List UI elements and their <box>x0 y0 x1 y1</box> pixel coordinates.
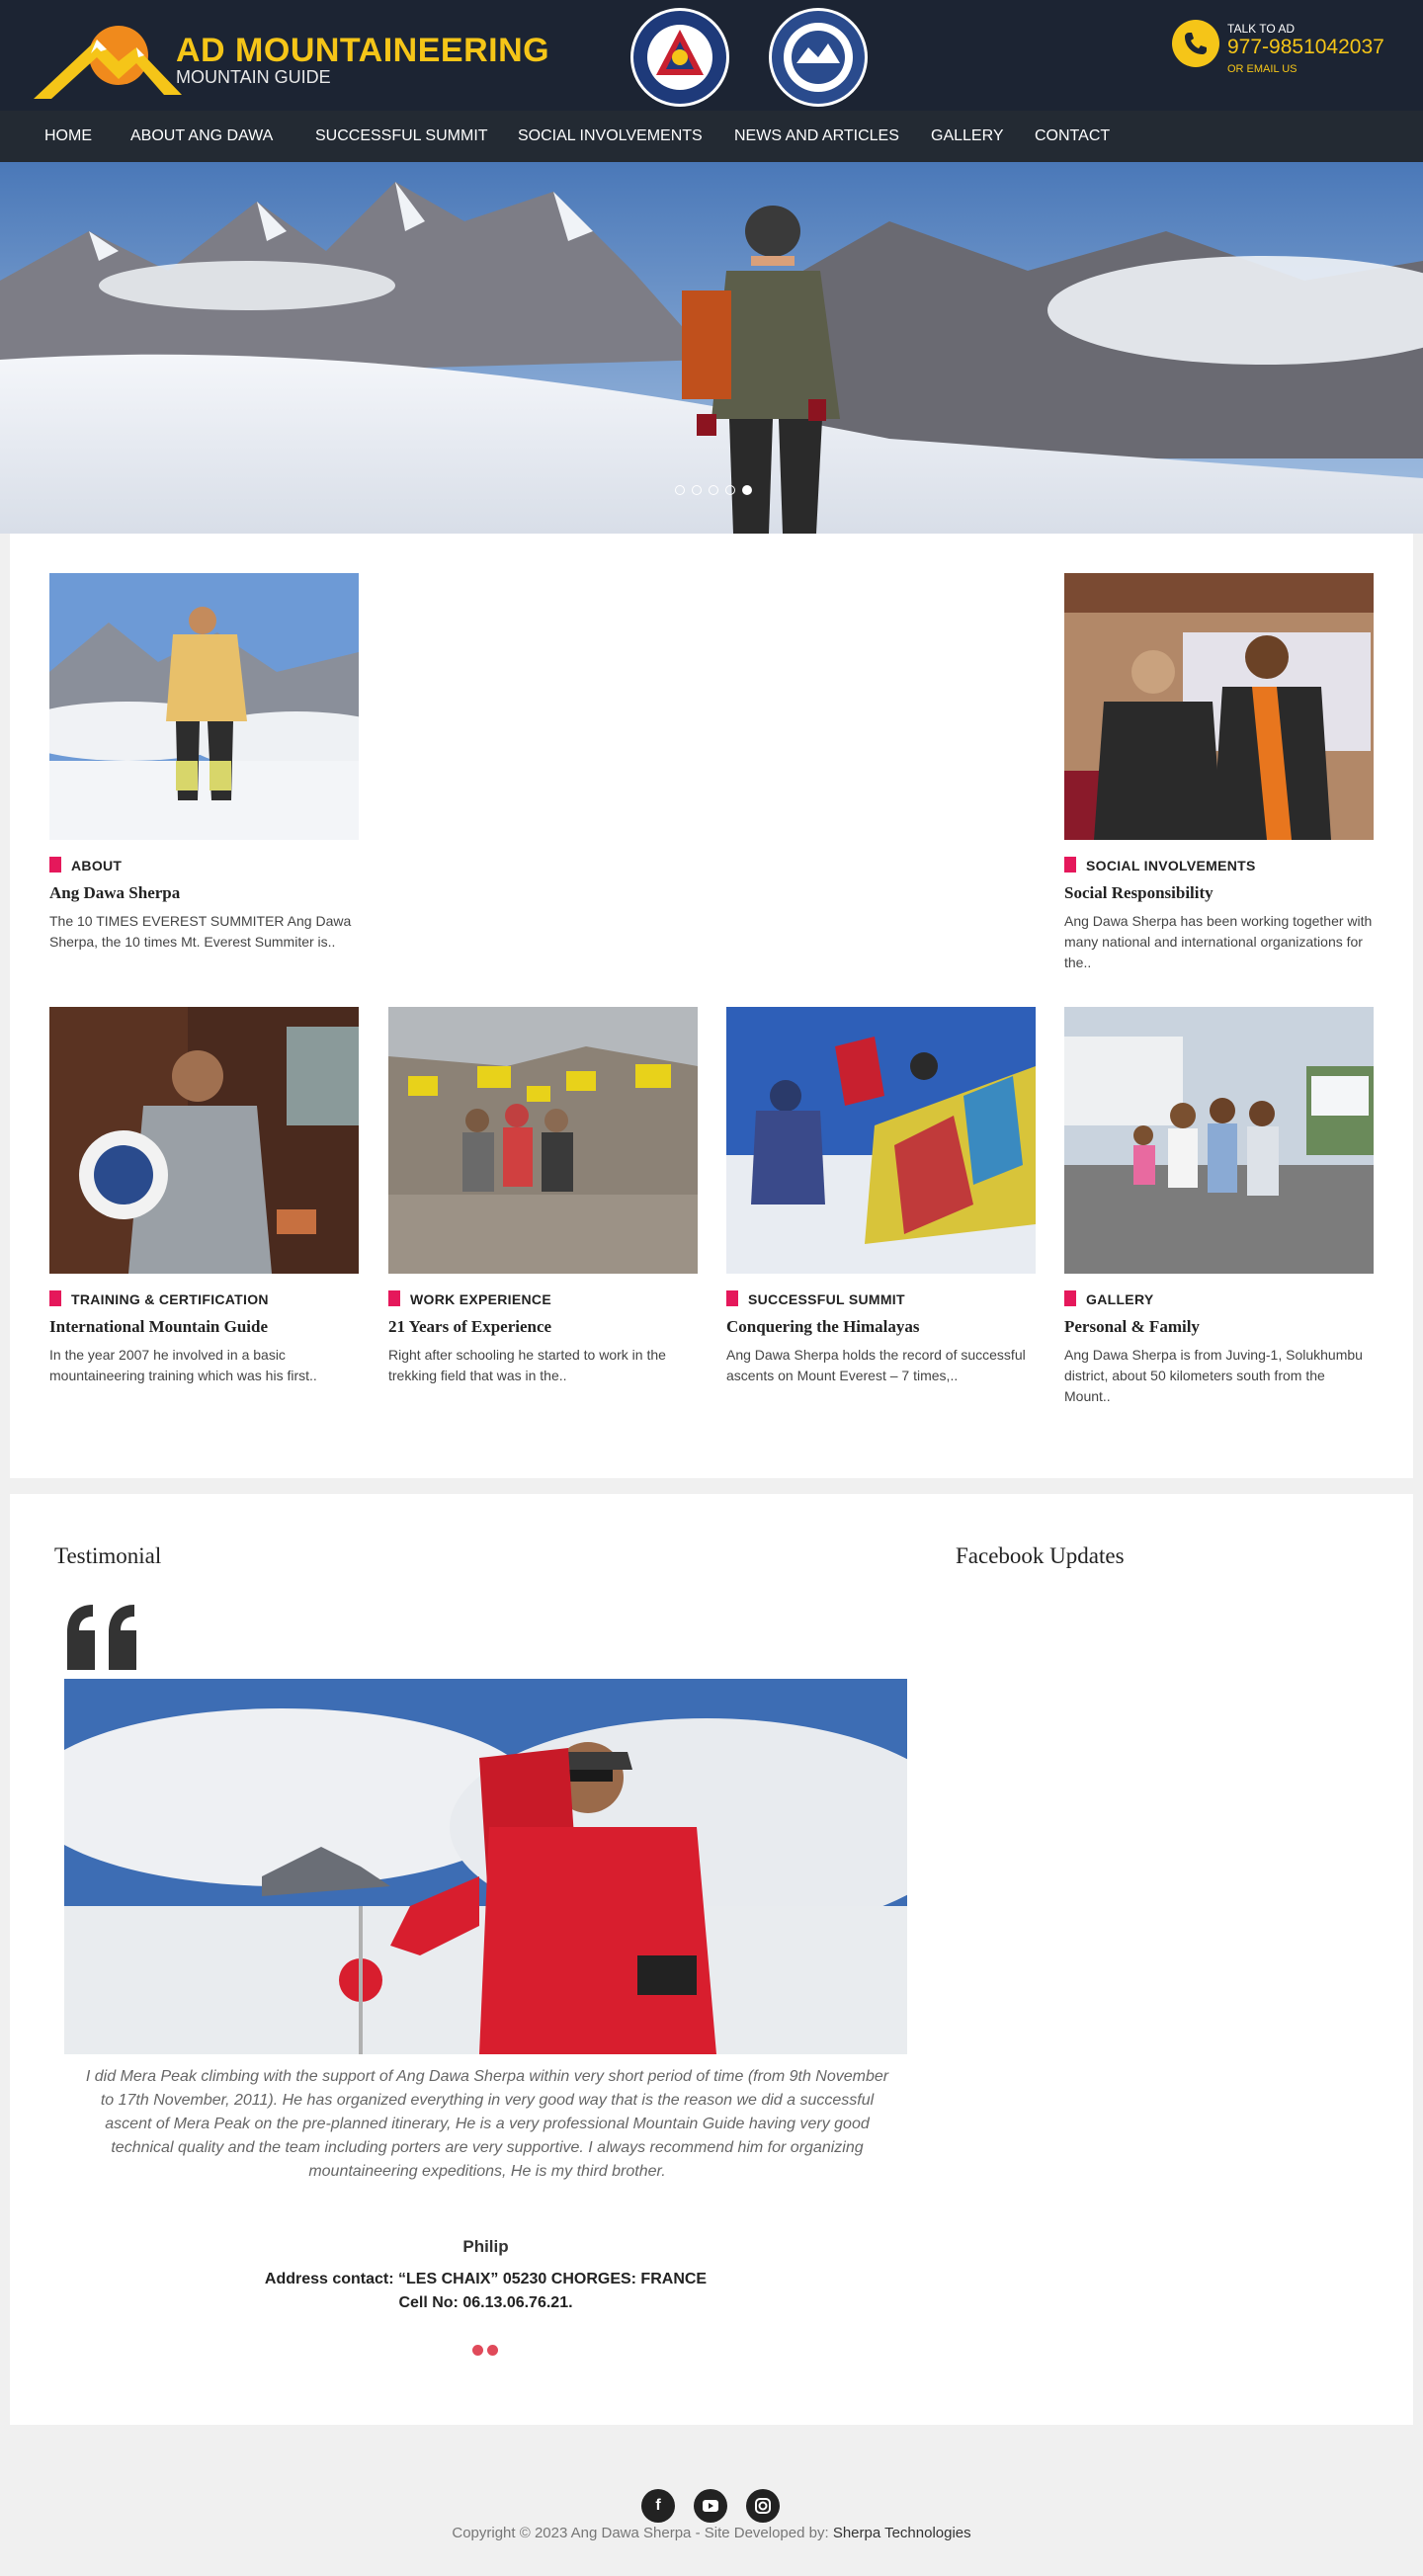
mountain-guide-association-badge <box>630 8 729 107</box>
card-title[interactable]: Conquering the Himalayas <box>726 1317 920 1337</box>
category-marker <box>49 1290 61 1306</box>
testimonial-dots <box>472 2345 502 2357</box>
site-header: AD MOUNTAINEERING MOUNTAIN GUIDE TALK TO… <box>0 0 1423 111</box>
nav-item-contact[interactable]: CONTACT <box>1035 127 1110 145</box>
logo-title: AD MOUNTAINEERING <box>176 32 550 69</box>
card-description: Right after schooling he started to work… <box>388 1347 666 1383</box>
card-description: In the year 2007 he involved in a basic … <box>49 1347 317 1383</box>
card-description: The 10 TIMES EVEREST SUMMITER Ang Dawa S… <box>49 913 352 950</box>
ivbv-emblem-icon <box>772 11 865 104</box>
card-image[interactable] <box>726 1007 1036 1274</box>
card-title[interactable]: International Mountain Guide <box>49 1317 268 1337</box>
category-marker <box>388 1290 400 1306</box>
card-image[interactable] <box>1064 573 1374 840</box>
card-image[interactable] <box>388 1007 698 1274</box>
card-title[interactable]: Personal & Family <box>1064 1317 1200 1337</box>
category-marker <box>1064 857 1076 873</box>
testimonial-quote: I did Mera Peak climbing with the suppor… <box>85 2068 889 2180</box>
instagram-icon[interactable] <box>746 2489 780 2523</box>
nav-item-social[interactable]: SOCIAL INVOLVEMENTS <box>518 127 703 145</box>
card-description: Ang Dawa Sherpa is from Juving-1, Solukh… <box>1064 1347 1363 1404</box>
nav-item-news[interactable]: NEWS AND ARTICLES <box>734 127 899 145</box>
category-label: ABOUT <box>71 858 123 873</box>
card-image[interactable] <box>49 1007 359 1274</box>
category-marker <box>1064 1290 1076 1306</box>
category-label: GALLERY <box>1086 1291 1154 1307</box>
testimonial-author: Philip <box>462 2237 509 2256</box>
slider-dot[interactable] <box>709 485 718 495</box>
nav-item-summit[interactable]: SUCCESSFUL SUMMIT <box>315 127 488 145</box>
phone-icon <box>1172 20 1219 67</box>
card-description: Ang Dawa Sherpa holds the record of succ… <box>726 1347 1026 1383</box>
testimonial-address: Address contact: “LES CHAIX” 05230 CHORG… <box>264 2271 708 2287</box>
site-logo[interactable]: AD MOUNTAINEERING MOUNTAIN GUIDE <box>28 18 581 103</box>
testimonial-section: Testimonial Facebook Updates I did Mera … <box>10 1494 1413 2425</box>
category-label: SUCCESSFUL SUMMIT <box>748 1291 905 1307</box>
talk-label: TALK TO AD <box>1227 22 1296 36</box>
slider-dot[interactable] <box>692 485 702 495</box>
category-label: TRAINING & CERTIFICATION <box>71 1291 269 1307</box>
facebook-heading: Facebook Updates <box>956 1543 1125 1568</box>
slider-dot[interactable] <box>675 485 685 495</box>
testimonial-image <box>64 1679 907 2054</box>
hero-image <box>0 162 1423 534</box>
card-image[interactable] <box>1064 1007 1374 1274</box>
slider-dot-active[interactable] <box>742 485 752 495</box>
developer-link[interactable]: Sherpa Technologies <box>833 2525 971 2541</box>
category-marker <box>49 857 61 873</box>
card-description: Ang Dawa Sherpa has been working togethe… <box>1064 913 1373 970</box>
nav-item-about[interactable]: ABOUT ANG DAWA <box>130 127 273 145</box>
quote-icon <box>67 1605 136 1670</box>
main-nav: HOME ABOUT ANG DAWA SUCCESSFUL SUMMIT SO… <box>0 111 1423 162</box>
card-title[interactable]: Ang Dawa Sherpa <box>49 883 180 903</box>
footer-copyright: Copyright © 2023 Ang Dawa Sherpa - Site … <box>0 2525 1423 2541</box>
email-link[interactable]: OR EMAIL US <box>1227 63 1297 75</box>
category-marker <box>726 1290 738 1306</box>
testimonial-heading: Testimonial <box>54 1543 162 1568</box>
slider-dot[interactable] <box>725 485 735 495</box>
hero-slider[interactable] <box>0 162 1423 534</box>
testimonial-dot[interactable] <box>487 2345 498 2356</box>
card-title[interactable]: 21 Years of Experience <box>388 1317 551 1337</box>
youtube-icon[interactable] <box>694 2489 727 2523</box>
facebook-icon[interactable]: f <box>641 2489 675 2523</box>
mountain-logo-icon <box>34 26 182 99</box>
slider-dots <box>675 485 754 497</box>
copyright-text: Copyright © 2023 Ang Dawa Sherpa - Site … <box>452 2525 833 2541</box>
nnmga-emblem-icon <box>633 11 726 104</box>
feature-cards: ABOUT Ang Dawa Sherpa The 10 TIMES EVERE… <box>10 534 1413 1478</box>
testimonial-dot-active[interactable] <box>472 2345 483 2356</box>
card-title[interactable]: Social Responsibility <box>1064 883 1214 903</box>
nav-item-home[interactable]: HOME <box>44 127 92 145</box>
contact-block[interactable]: TALK TO AD 977-9851042037 OR EMAIL US <box>1172 16 1409 85</box>
category-label: SOCIAL INVOLVEMENTS <box>1086 858 1256 873</box>
testimonial-phone: Cell No: 06.13.06.76.21. <box>398 2294 573 2311</box>
category-label: WORK EXPERIENCE <box>410 1291 551 1307</box>
ivbv-badge <box>769 8 868 107</box>
phone-number[interactable]: 977-9851042037 <box>1227 36 1384 59</box>
logo-subtitle: MOUNTAIN GUIDE <box>176 67 331 87</box>
nav-item-gallery[interactable]: GALLERY <box>931 127 1004 145</box>
card-image[interactable] <box>49 573 359 840</box>
